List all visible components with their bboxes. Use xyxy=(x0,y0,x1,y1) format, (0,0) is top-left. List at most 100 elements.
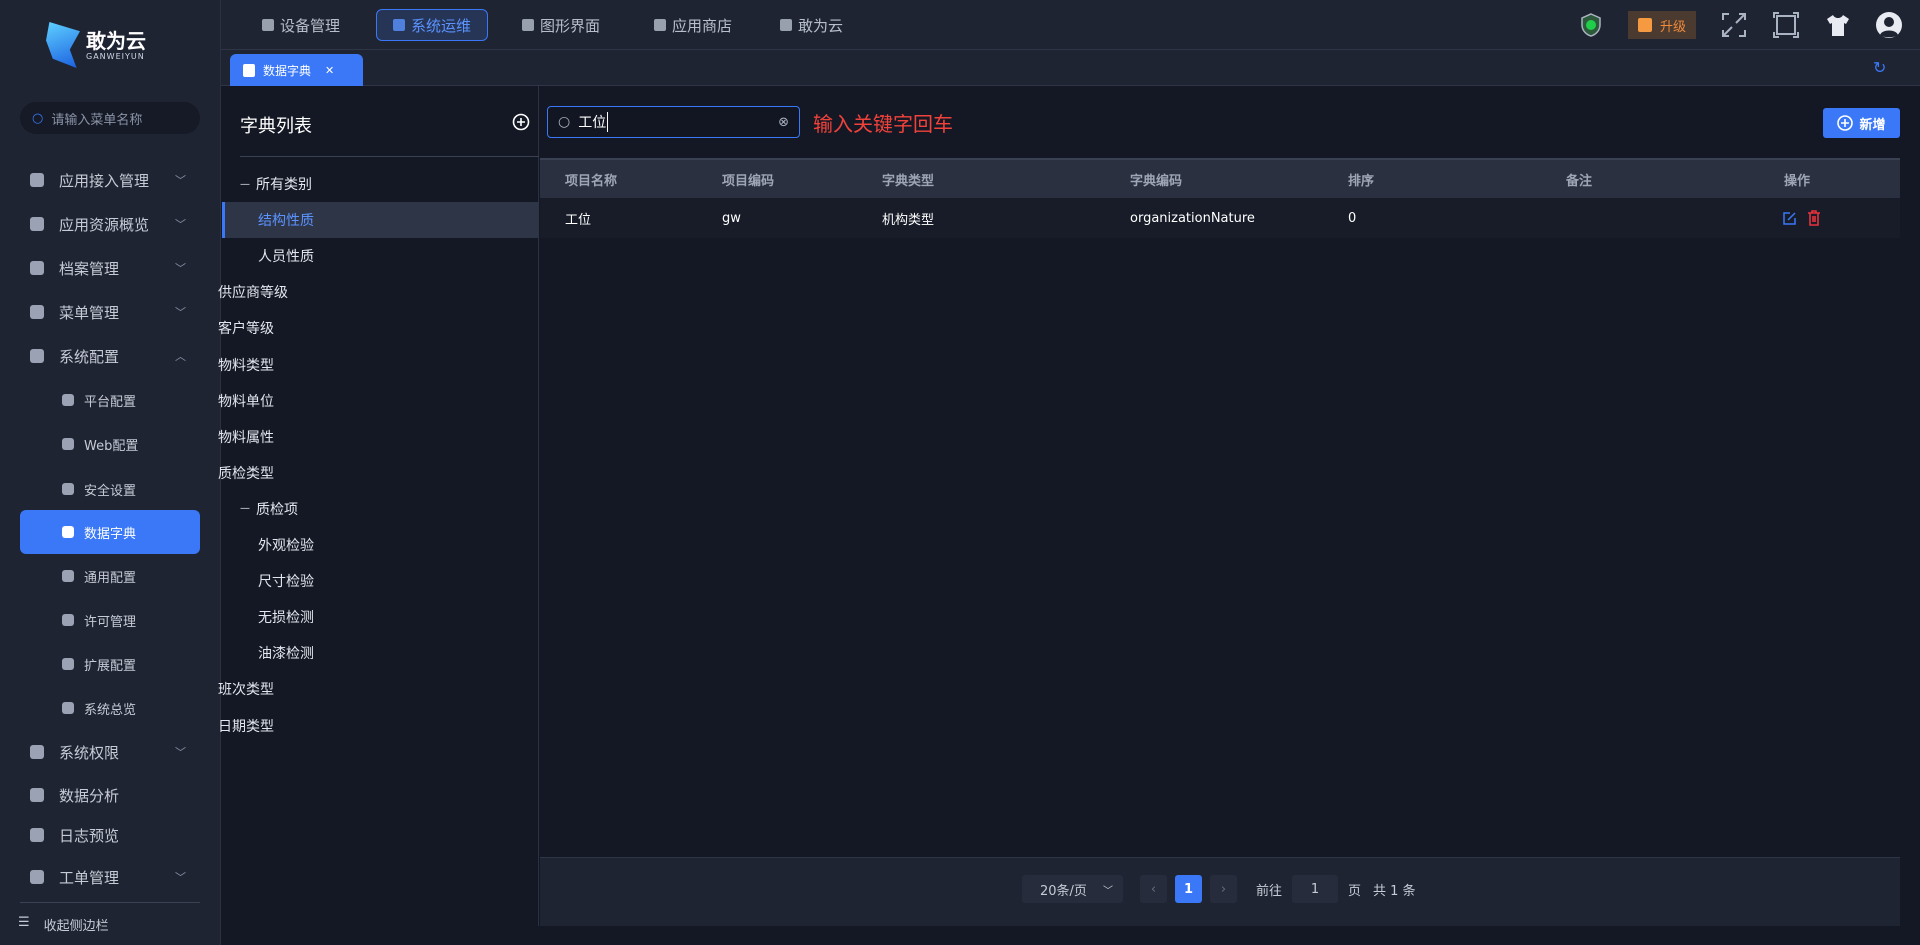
security-shield-icon[interactable] xyxy=(1577,11,1605,39)
tree-node[interactable]: 外观检验 xyxy=(222,527,539,563)
sidebar-item[interactable]: 菜单管理 ﹀ xyxy=(20,292,200,332)
frame-icon[interactable] xyxy=(1772,11,1800,39)
tree-node-label: 物料属性 xyxy=(218,429,274,446)
column-header: 字典编码 xyxy=(1130,173,1183,189)
upgrade-button[interactable]: 升级 xyxy=(1628,11,1696,39)
collapse-sidebar-button[interactable]: ☰ 收起侧边栏 xyxy=(18,915,109,934)
tab-data-dictionary[interactable]: 数据字典 ✕ xyxy=(230,54,363,86)
clear-icon[interactable]: ⊗ xyxy=(778,115,789,130)
add-button[interactable]: 新增 xyxy=(1823,108,1900,138)
sidebar-subitem[interactable]: 数据字典 xyxy=(20,510,200,554)
refresh-icon[interactable]: ↻ xyxy=(1873,58,1886,77)
collapse-toggle-icon[interactable]: — xyxy=(240,503,250,514)
sidebar-subitem[interactable]: 扩展配置 xyxy=(20,642,200,686)
top-nav-tab[interactable]: 设备管理 xyxy=(246,9,356,41)
tree-node[interactable]: — 所有类别 xyxy=(222,166,539,202)
collapse-icon: ☰ xyxy=(18,915,30,930)
search-icon: ○ xyxy=(558,114,571,130)
plus-circle-icon xyxy=(1837,115,1854,131)
sidebar-subitem-label: 平台配置 xyxy=(84,394,137,410)
tree-node[interactable]: 结构性质 xyxy=(222,202,539,239)
top-nav-tab[interactable]: 系统运维 xyxy=(376,9,489,41)
goto-page-input[interactable]: 1 xyxy=(1292,875,1338,903)
sidebar-item[interactable]: 系统权限 ﹀ xyxy=(20,732,200,772)
sidebar-subitem[interactable]: 系统总览 xyxy=(20,686,200,730)
sidebar-item[interactable]: 应用资源概览 ﹀ xyxy=(20,204,200,244)
top-nav-tab[interactable]: 敢为云 xyxy=(764,9,859,41)
table-cell: 0 xyxy=(1348,210,1357,226)
sidebar-item[interactable]: 应用接入管理 ﹀ xyxy=(20,160,200,200)
theme-shirt-icon[interactable] xyxy=(1824,11,1852,39)
tree-node-label: 物料单位 xyxy=(218,393,274,410)
chevron-icon: ﹀ xyxy=(175,262,186,275)
tree-node-label: 人员性质 xyxy=(258,249,314,266)
collapse-toggle-icon[interactable]: — xyxy=(240,179,250,190)
tab-icon xyxy=(522,19,534,31)
tree-node[interactable]: 油漆检测 xyxy=(222,635,539,671)
sidebar-subitem-label: 安全设置 xyxy=(84,483,137,499)
keyword-search-input[interactable]: ○ 工位 ⊗ xyxy=(547,106,800,138)
menu-item-icon xyxy=(62,526,74,538)
next-page-button[interactable]: › xyxy=(1210,875,1237,903)
tree-node-label: 班次类型 xyxy=(218,682,274,699)
tree-node-label: 油漆检测 xyxy=(258,646,314,663)
sidebar-item[interactable]: 数据分析 xyxy=(20,775,200,815)
sidebar-subitem[interactable]: 平台配置 xyxy=(20,378,200,422)
edit-icon[interactable] xyxy=(1782,211,1797,226)
table-cell: 机构类型 xyxy=(882,212,935,228)
sidebar-item[interactable]: 日志预览 xyxy=(20,815,200,855)
user-avatar[interactable] xyxy=(1875,11,1903,39)
tree-node-label: 供应商等级 xyxy=(218,285,288,302)
add-label: 新增 xyxy=(1859,117,1886,133)
tab-icon xyxy=(393,19,405,31)
sidebar-item-label: 系统配置 xyxy=(59,347,120,366)
tree-node[interactable]: 物料属性 xyxy=(218,419,535,455)
tree-node[interactable]: 质检类型 xyxy=(218,455,535,491)
menu-search-input[interactable]: ○ 请输入菜单名称 xyxy=(20,102,200,134)
dictionary-icon xyxy=(243,63,255,77)
tree-node-label: 所有类别 xyxy=(256,177,312,193)
chevron-icon: ﹀ xyxy=(175,218,186,231)
tree-node[interactable]: 班次类型 xyxy=(218,671,535,707)
sidebar-subitem[interactable]: 通用配置 xyxy=(20,554,200,598)
sidebar-item[interactable]: 档案管理 ﹀ xyxy=(20,248,200,288)
sidebar-subitem[interactable]: 许可管理 xyxy=(20,598,200,642)
delete-icon[interactable] xyxy=(1807,210,1821,226)
tree-node[interactable]: 无损检测 xyxy=(222,599,539,635)
add-category-icon[interactable] xyxy=(512,113,530,131)
fullscreen-expand-icon[interactable] xyxy=(1720,11,1748,39)
sidebar-item[interactable]: 工单管理 ﹀ xyxy=(20,857,200,897)
tab-close-icon[interactable]: ✕ xyxy=(325,64,334,77)
butterfly-logo-icon xyxy=(46,22,80,68)
column-header: 字典类型 xyxy=(882,173,935,189)
upgrade-icon xyxy=(1637,18,1652,32)
sidebar-subitem[interactable]: Web配置 xyxy=(20,422,200,466)
tree-node-label: 质检项 xyxy=(256,501,298,518)
column-header: 备注 xyxy=(1566,173,1593,189)
menu-item-icon xyxy=(62,394,74,406)
top-nav-tab[interactable]: 应用商店 xyxy=(638,9,748,41)
top-nav-tab-label: 应用商店 xyxy=(672,16,733,35)
sidebar-subitem[interactable]: 安全设置 xyxy=(20,467,200,511)
sidebar: 敢为云 GANWEIYUN ○ 请输入菜单名称 应用接入管理 ﹀ 应用资源概览 ﹀ 档案管… xyxy=(0,0,221,945)
tree-node[interactable]: 供应商等级 xyxy=(218,274,535,310)
tree-node[interactable]: — 质检项 xyxy=(222,491,539,527)
menu-item-icon xyxy=(62,702,74,714)
menu-item-icon xyxy=(62,438,74,450)
prev-page-button[interactable]: ‹ xyxy=(1140,875,1167,903)
tree-node[interactable]: 物料单位 xyxy=(218,383,535,419)
chevron-icon: ﹀ xyxy=(175,306,186,319)
sidebar-item[interactable]: 系统配置 ︿ xyxy=(20,336,200,376)
sidebar-subitem-label: 系统总览 xyxy=(84,702,137,718)
top-nav-tab[interactable]: 图形界面 xyxy=(506,9,616,41)
tree-node[interactable]: 客户等级 xyxy=(218,310,535,346)
tree-node[interactable]: 物料类型 xyxy=(218,347,535,383)
tree-node[interactable]: 人员性质 xyxy=(222,238,539,274)
logo-name: 敢为云 xyxy=(86,28,146,53)
page-1-button[interactable]: 1 xyxy=(1175,875,1202,903)
pagination: 20条/页 ﹀ ‹ 1 › 前往 1 页 共 1 条 xyxy=(540,857,1900,926)
archive-icon xyxy=(30,261,44,275)
tree-node[interactable]: 日期类型 xyxy=(218,708,535,744)
tree-node[interactable]: 尺寸检验 xyxy=(222,563,539,599)
page-size-select[interactable]: 20条/页 ﹀ xyxy=(1022,875,1123,903)
